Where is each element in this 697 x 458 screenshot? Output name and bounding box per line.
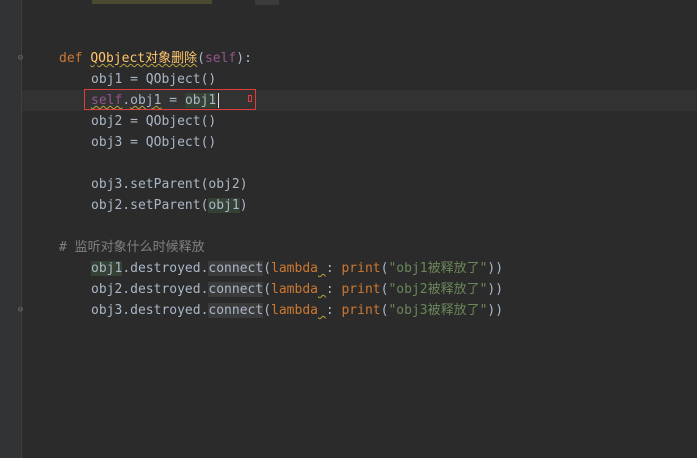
code-token: connect [208,303,264,318]
code-line-setparent2[interactable]: obj2.setParent(obj1) [91,195,248,216]
code-line-destroyed3[interactable]: obj3.destroyed.connect(lambda : print("o… [91,300,503,321]
annotation-marker [248,95,252,102]
fold-icon[interactable]: ⊖ [16,54,25,63]
code-token: print [341,261,381,276]
code-token: lambda [271,303,318,318]
code-token: QObject对象删除 [90,51,198,66]
code-token: )) [487,303,504,318]
code-token: obj3.setParent(obj2) [91,177,248,192]
code-line-destroyed2[interactable]: obj2.destroyed.connect(lambda : print("o… [91,279,503,300]
code-token: connect [208,282,264,297]
code-token: obj2.destroyed. [91,282,209,297]
code-token: : [325,282,342,297]
code-line-obj3[interactable]: obj3 = QObject() [91,132,216,153]
code-token: lambda [271,261,318,276]
code-token: ( [197,51,205,66]
code-line-def[interactable]: def QObject对象删除(self): [59,48,252,69]
code-token: obj1 = QObject() [91,72,217,87]
code-token: self [204,51,237,66]
code-token: ( [263,282,272,297]
annotation-box [84,89,256,110]
code-token: : [325,303,342,318]
fold-icon[interactable]: ⊖ [16,306,25,315]
text-cursor [218,93,219,108]
code-token: .destroyed. [122,261,209,276]
code-token: connect [208,261,264,276]
code-token: obj1 [91,261,123,276]
code-token: obj2.setParent( [91,198,209,213]
code-token: print [341,303,381,318]
editor-gutter [0,0,22,458]
code-token: "obj1被释放了" [388,261,488,276]
code-token: )) [487,282,504,297]
code-token: obj3.destroyed. [91,303,209,318]
code-token: : [325,261,342,276]
code-token: "obj2被释放了" [388,282,488,297]
code-line-setparent3[interactable]: obj3.setParent(obj2) [91,174,248,195]
code-token: ( [263,303,272,318]
code-token: # 监听对象什么时候释放 [59,240,205,255]
code-token: obj1 [208,198,240,213]
code-token: ): [236,51,252,66]
code-token: ) [239,198,248,213]
previous-line-fragment [255,0,279,5]
previous-line-fragment [92,0,212,4]
code-line-comment[interactable]: # 监听对象什么时候释放 [59,237,205,258]
code-token: )) [487,261,504,276]
code-line-obj2[interactable]: obj2 = QObject() [91,111,216,132]
code-token: obj3 = QObject() [91,135,217,150]
code-token: def [59,51,91,66]
code-token: ( [263,261,272,276]
code-token: lambda [271,282,318,297]
code-token: obj2 = QObject() [91,114,217,129]
code-line-obj1[interactable]: obj1 = QObject() [91,69,216,90]
code-token: print [341,282,381,297]
code-token: "obj3被释放了" [388,303,488,318]
code-line-destroyed1[interactable]: obj1.destroyed.connect(lambda : print("o… [91,258,503,279]
